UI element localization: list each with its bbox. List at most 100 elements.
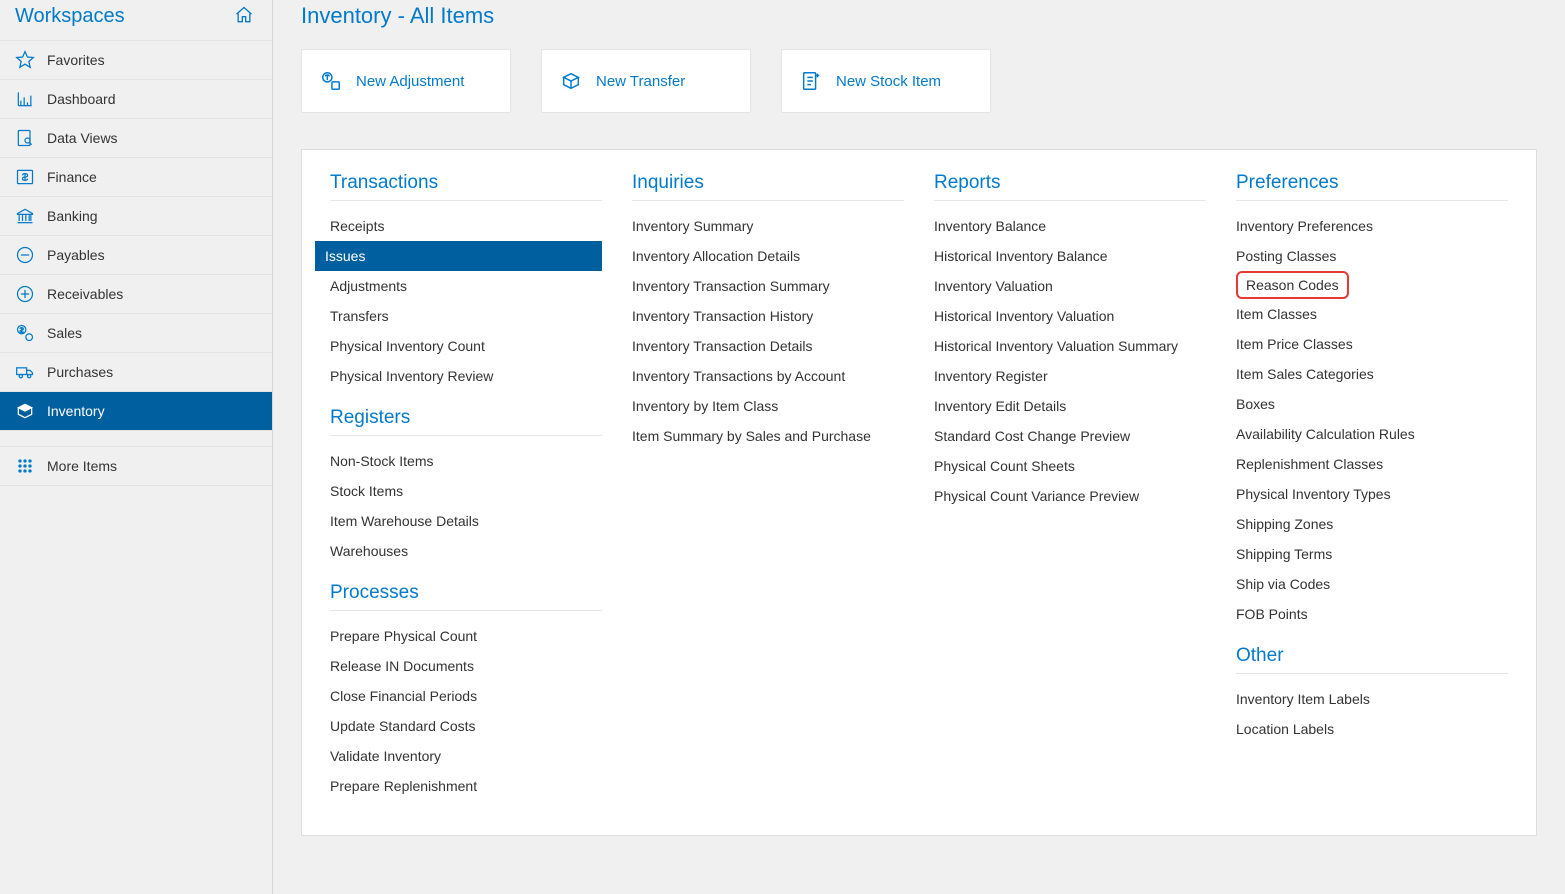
- sidebar-item-label: Favorites: [47, 52, 105, 68]
- sidebar-item-payables[interactable]: Payables: [0, 236, 272, 275]
- link-ship-via[interactable]: Ship via Codes: [1236, 569, 1508, 599]
- inquiries-list: Inventory Summary Inventory Allocation D…: [632, 211, 904, 451]
- link-validate-inventory[interactable]: Validate Inventory: [330, 741, 602, 771]
- link-warehouse-details[interactable]: Item Warehouse Details: [330, 506, 602, 536]
- link-boxes[interactable]: Boxes: [1236, 389, 1508, 419]
- link-transfers[interactable]: Transfers: [320, 301, 602, 331]
- sidebar-item-receivables[interactable]: Receivables: [0, 275, 272, 314]
- sidebar-item-label: Finance: [47, 169, 97, 185]
- section-title-other: Other: [1236, 645, 1508, 674]
- sidebar-item-label: Receivables: [47, 286, 123, 302]
- sidebar-item-banking[interactable]: Banking: [0, 197, 272, 236]
- link-inv-summary[interactable]: Inventory Summary: [632, 211, 904, 241]
- link-trans-account[interactable]: Inventory Transactions by Account: [632, 361, 904, 391]
- link-stock-items[interactable]: Stock Items: [330, 476, 602, 506]
- link-release-in[interactable]: Release IN Documents: [330, 651, 602, 681]
- action-label: New Transfer: [596, 73, 685, 90]
- sidebar-divider: [0, 431, 272, 447]
- link-register[interactable]: Inventory Register: [934, 361, 1206, 391]
- sidebar-item-inventory[interactable]: Inventory: [0, 392, 272, 431]
- link-adjustments[interactable]: Adjustments: [320, 271, 602, 301]
- link-inv-prefs[interactable]: Inventory Preferences: [1236, 211, 1508, 241]
- new-transfer-button[interactable]: New Transfer: [541, 49, 751, 113]
- sidebar-item-label: Banking: [47, 208, 98, 224]
- other-list: Inventory Item Labels Location Labels: [1236, 684, 1508, 744]
- link-physical-review[interactable]: Physical Inventory Review: [320, 361, 602, 391]
- link-trans-summary[interactable]: Inventory Transaction Summary: [632, 271, 904, 301]
- link-prepare-replenishment[interactable]: Prepare Replenishment: [330, 771, 602, 801]
- link-price-classes[interactable]: Item Price Classes: [1236, 329, 1508, 359]
- link-variance-preview[interactable]: Physical Count Variance Preview: [934, 481, 1206, 511]
- sidebar-item-label: More Items: [47, 458, 117, 474]
- workspaces-title: Workspaces: [15, 5, 125, 28]
- sidebar-item-label: Payables: [47, 247, 105, 263]
- link-fob[interactable]: FOB Points: [1236, 599, 1508, 629]
- link-hist-valuation[interactable]: Historical Inventory Valuation: [934, 301, 1206, 331]
- new-stock-item-button[interactable]: New Stock Item: [781, 49, 991, 113]
- page-title: Inventory - All Items: [301, 0, 1537, 49]
- sidebar-item-sales[interactable]: Sales: [0, 314, 272, 353]
- link-location-labels[interactable]: Location Labels: [1236, 714, 1508, 744]
- link-hist-balance[interactable]: Historical Inventory Balance: [934, 241, 1206, 271]
- link-by-item-class[interactable]: Inventory by Item Class: [632, 391, 904, 421]
- link-edit-details[interactable]: Inventory Edit Details: [934, 391, 1206, 421]
- sidebar-item-label: Data Views: [47, 130, 118, 146]
- chart-icon: [15, 89, 35, 109]
- link-sales-categories[interactable]: Item Sales Categories: [1236, 359, 1508, 389]
- truck-icon: [15, 362, 35, 382]
- link-replenish-classes[interactable]: Replenishment Classes: [1236, 449, 1508, 479]
- link-posting-classes[interactable]: Posting Classes: [1236, 241, 1508, 271]
- transfer-icon: [560, 70, 582, 92]
- col-inquiries: Inquiries Inventory Summary Inventory Al…: [632, 172, 904, 801]
- link-phys-types[interactable]: Physical Inventory Types: [1236, 479, 1508, 509]
- star-icon: [15, 50, 35, 70]
- sidebar-item-finance[interactable]: Finance: [0, 158, 272, 197]
- new-adjustment-button[interactable]: New Adjustment: [301, 49, 511, 113]
- link-valuation[interactable]: Inventory Valuation: [934, 271, 1206, 301]
- sales-icon: [15, 323, 35, 343]
- col-transactions: Transactions Receipts Issues Adjustments…: [330, 172, 602, 801]
- link-update-costs[interactable]: Update Standard Costs: [330, 711, 602, 741]
- sidebar-item-dataviews[interactable]: Data Views: [0, 119, 272, 158]
- link-close-periods[interactable]: Close Financial Periods: [330, 681, 602, 711]
- link-cost-preview[interactable]: Standard Cost Change Preview: [934, 421, 1206, 451]
- link-count-sheets[interactable]: Physical Count Sheets: [934, 451, 1206, 481]
- preferences-list: Inventory Preferences Posting Classes Re…: [1236, 211, 1508, 629]
- sidebar-item-more[interactable]: More Items: [0, 447, 272, 486]
- link-receipts[interactable]: Receipts: [320, 211, 602, 241]
- link-reason-codes[interactable]: Reason Codes: [1236, 271, 1349, 299]
- sidebar-item-label: Purchases: [47, 364, 113, 380]
- action-row: New Adjustment New Transfer New Stock It…: [301, 49, 1537, 113]
- link-trans-history[interactable]: Inventory Transaction History: [632, 301, 904, 331]
- link-nonstock[interactable]: Non-Stock Items: [330, 446, 602, 476]
- section-title-preferences: Preferences: [1236, 172, 1508, 201]
- home-icon[interactable]: [234, 5, 254, 28]
- section-title-reports: Reports: [934, 172, 1206, 201]
- link-item-classes[interactable]: Item Classes: [1236, 299, 1508, 329]
- sidebar-item-label: Inventory: [47, 403, 105, 419]
- link-hist-valuation-summ[interactable]: Historical Inventory Valuation Summary: [934, 331, 1206, 361]
- link-issues[interactable]: Issues: [315, 241, 602, 271]
- sidebar-list: Favorites Dashboard Data Views Finance B…: [0, 40, 272, 486]
- main: Inventory - All Items New Adjustment New…: [273, 0, 1565, 894]
- link-warehouses[interactable]: Warehouses: [330, 536, 602, 566]
- sidebar-item-label: Sales: [47, 325, 82, 341]
- sidebar-item-favorites[interactable]: Favorites: [0, 41, 272, 80]
- section-title-registers: Registers: [330, 407, 602, 436]
- link-item-summary-sp[interactable]: Item Summary by Sales and Purchase: [632, 421, 904, 451]
- link-alloc-details[interactable]: Inventory Allocation Details: [632, 241, 904, 271]
- section-title-inquiries: Inquiries: [632, 172, 904, 201]
- link-trans-details[interactable]: Inventory Transaction Details: [632, 331, 904, 361]
- plus-circle-icon: [15, 284, 35, 304]
- link-avail-rules[interactable]: Availability Calculation Rules: [1236, 419, 1508, 449]
- link-physical-count[interactable]: Physical Inventory Count: [320, 331, 602, 361]
- link-inv-balance[interactable]: Inventory Balance: [934, 211, 1206, 241]
- sidebar-item-purchases[interactable]: Purchases: [0, 353, 272, 392]
- sidebar: Workspaces Favorites Dashboard Data View…: [0, 0, 273, 894]
- transactions-list: Receipts Issues Adjustments Transfers Ph…: [330, 211, 602, 391]
- sidebar-item-dashboard[interactable]: Dashboard: [0, 80, 272, 119]
- link-ship-zones[interactable]: Shipping Zones: [1236, 509, 1508, 539]
- link-item-labels[interactable]: Inventory Item Labels: [1236, 684, 1508, 714]
- link-prepare-count[interactable]: Prepare Physical Count: [330, 621, 602, 651]
- link-ship-terms[interactable]: Shipping Terms: [1236, 539, 1508, 569]
